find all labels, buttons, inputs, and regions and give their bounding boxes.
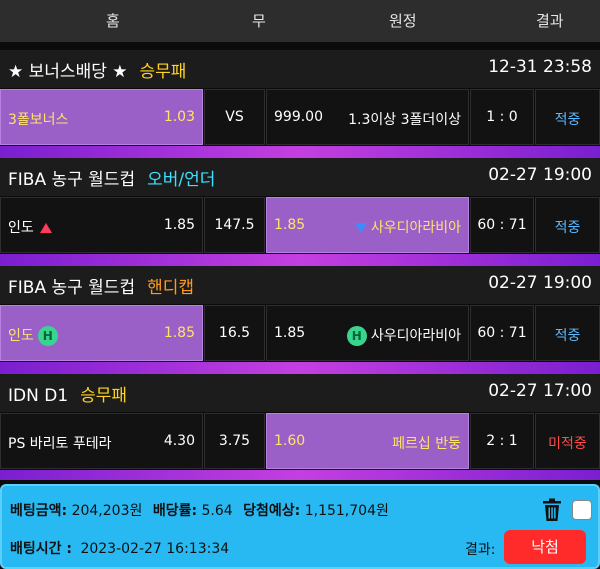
header-home: 홈 [106,12,120,30]
line-cell[interactable]: 147.5 [204,197,265,253]
status-win: 적중 [554,220,581,236]
handicap-cell[interactable]: 16.5 [204,305,265,361]
draw-value: VS [225,109,244,125]
home-team: PS 바리토 푸테라 [8,436,112,452]
status-cell: 적중 [535,305,600,361]
away-pick-cell[interactable]: 1.85 H 사우디아라비아 [266,305,469,361]
away-pick-cell[interactable]: 1.60 페르십 반둥 [266,413,469,469]
bet-kind: 오버/언더 [147,170,216,190]
away-pick-cell[interactable]: 1.85 사우디아라비아 [266,197,469,253]
away-pick-cell[interactable]: 999.00 1.3이상 3폴더이상 [266,89,469,145]
line-value: 147.5 [214,217,255,233]
draw-odds: 3.75 [218,433,251,449]
header-draw: 무 [252,12,266,30]
game-row: 인도 1.85 147.5 1.85 사우디아라비아 60 : 71 적중 [0,197,600,253]
draw-cell[interactable]: VS [204,89,265,145]
home-team: 인도 [8,328,34,344]
home-odds: 4.30 [163,433,195,449]
score-cell: 60 : 71 [470,305,534,361]
game-datetime: 02-27 19:00 [488,273,592,293]
home-pick-cell[interactable]: PS 바리토 푸테라 4.30 [0,413,203,469]
away-team: 사우디아라비아 [370,328,461,344]
home-odds: 1.85 [163,217,195,233]
game-datetime: 02-27 17:00 [488,381,592,401]
game-row: PS 바리토 푸테라 4.30 3.75 1.60 페르십 반둥 2 : 1 미… [0,413,600,469]
bet-time: 2023-02-27 16:13:34 [80,541,230,557]
column-header: 홈 무 원정 결과 [0,0,600,42]
home-pick-cell[interactable]: 3폴보너스 1.03 [0,89,203,145]
away-odds: 999.00 [274,109,323,125]
score: 60 : 71 [477,325,527,341]
score-cell: 1 : 0 [470,89,534,145]
header-result: 결과 [536,12,564,30]
league-name: ★ 보너스배당 ★ [8,62,128,82]
expected-payout: 1,151,704원 [304,503,389,519]
status-cell: 적중 [535,89,600,145]
divider-bar [0,470,600,480]
select-checkbox[interactable] [572,500,592,520]
game-datetime: 02-27 19:00 [488,165,592,185]
bet-time-label: 배팅시간 : [10,541,72,557]
header-away: 원정 [389,12,417,30]
odds-label: 배당률: [152,503,198,519]
away-team: 1.3이상 3폴더이상 [348,112,461,128]
league-name: FIBA 농구 월드컵 [8,170,136,190]
bet-kind: 승무패 [139,62,187,82]
bet-kind: 승무패 [80,386,128,406]
game-title: IDN D1 승무패 02-27 17:00 [0,374,600,412]
trash-icon[interactable] [542,498,562,522]
status-win: 적중 [554,112,581,128]
bet-kind: 핸디캡 [147,278,195,298]
score: 60 : 71 [477,217,527,233]
under-down-arrow-icon [354,223,367,233]
status-win: 적중 [554,328,581,344]
total-odds: 5.64 [201,503,233,519]
expected-label: 당첨예상: [243,503,301,519]
away-team: 페르십 반둥 [392,436,461,452]
handicap-h-icon: H [346,326,367,346]
status-cell: 미적중 [535,413,600,469]
home-team: 3폴보너스 [8,112,69,128]
home-pick-cell[interactable]: 인도 1.85 [0,197,203,253]
game-title: ★ 보너스배당 ★ 승무패 12-31 23:58 [0,50,600,88]
bet-summary-line: 베팅금액: 204,203원 배당률: 5.64 당첨예상: 1,151,704… [10,500,389,520]
away-odds: 1.85 [274,217,306,233]
handicap-h-icon: H [37,326,58,346]
away-odds: 1.85 [274,325,306,341]
divider-bar [0,254,600,266]
away-team: 사우디아라비아 [370,220,461,236]
game-title: FIBA 농구 월드컵 오버/언더 02-27 19:00 [0,158,600,196]
draw-cell[interactable]: 3.75 [204,413,265,469]
bet-amount-label: 베팅금액: [10,503,68,519]
handicap-value: 16.5 [218,325,251,341]
score-cell: 2 : 1 [470,413,534,469]
bet-summary-panel: 베팅금액: 204,203원 배당률: 5.64 당첨예상: 1,151,704… [0,484,600,569]
home-odds: 1.85 [163,325,195,341]
bet-time-line: 배팅시간 : 2023-02-27 16:13:34 [10,538,229,558]
result-label: 결과: [465,542,496,558]
game-row: 인도 H 1.85 16.5 1.85 H 사우디아라비아 60 : 71 적중 [0,305,600,361]
away-odds: 1.60 [274,433,306,449]
result-lost-button[interactable]: 낙첨 [504,530,586,564]
home-odds: 1.03 [163,109,195,125]
over-up-arrow-icon [39,223,52,233]
bet-amount: 204,203원 [71,503,143,519]
home-pick-cell[interactable]: 인도 H 1.85 [0,305,203,361]
divider-bar [0,146,600,158]
game-row: 3폴보너스 1.03 VS 999.00 1.3이상 3폴더이상 1 : 0 적… [0,89,600,145]
divider-bar [0,362,600,374]
status-lose: 미적중 [548,436,587,452]
league-name: IDN D1 [8,386,69,406]
league-name: FIBA 농구 월드컵 [8,278,136,298]
game-datetime: 12-31 23:58 [488,57,592,77]
status-cell: 적중 [535,197,600,253]
score: 1 : 0 [486,109,518,125]
score-cell: 60 : 71 [470,197,534,253]
score: 2 : 1 [486,433,518,449]
game-title: FIBA 농구 월드컵 핸디캡 02-27 19:00 [0,266,600,304]
home-team: 인도 [8,220,34,236]
